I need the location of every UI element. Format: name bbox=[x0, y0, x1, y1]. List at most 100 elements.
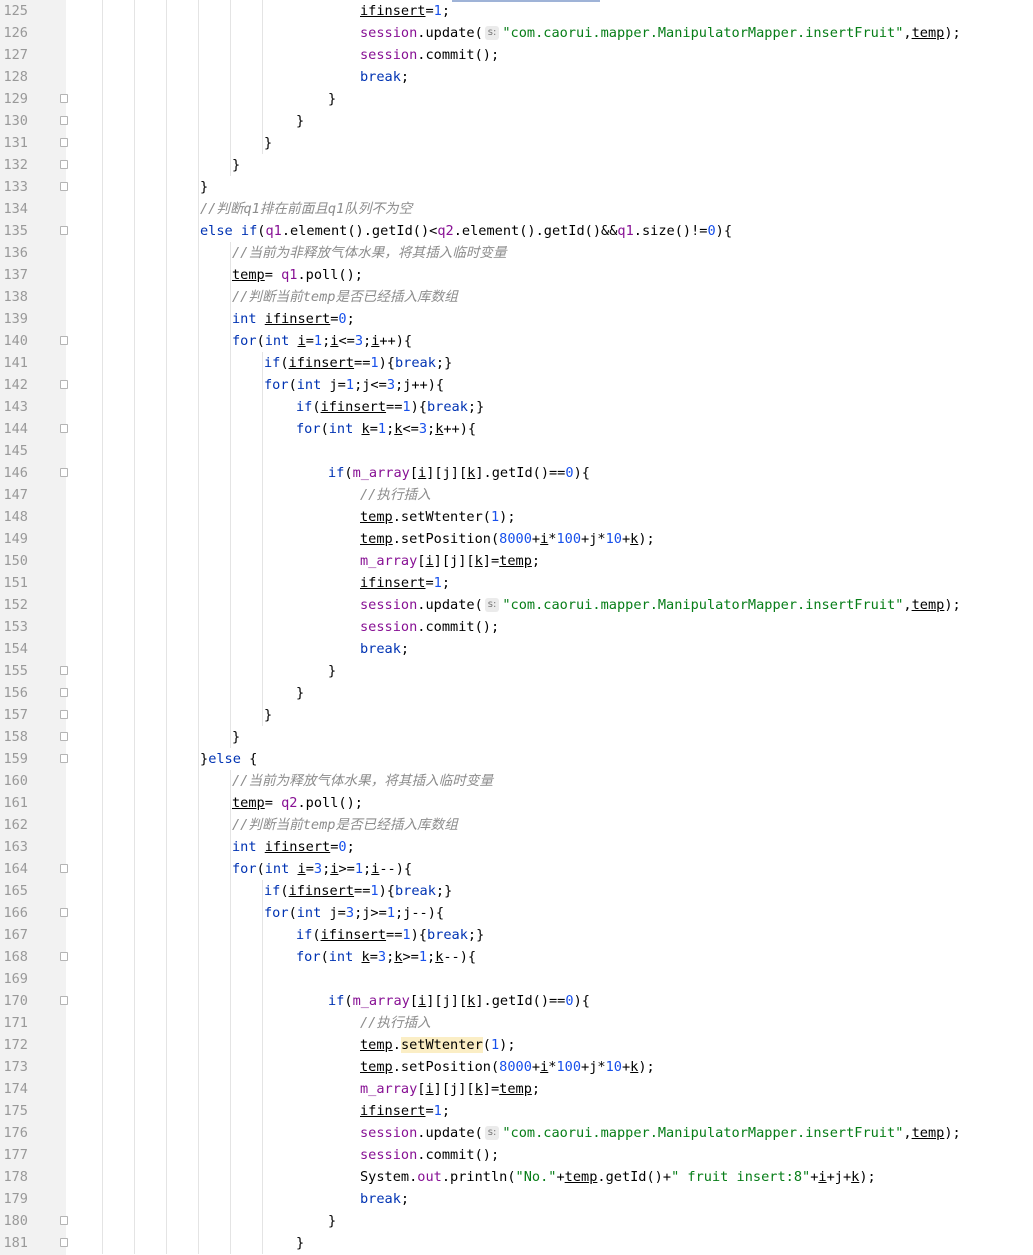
code-text[interactable]: temp= q1.poll(); bbox=[232, 264, 363, 286]
code-line[interactable]: 134 //判断q1排在前面且q1队列不为空 bbox=[0, 198, 1033, 220]
code-line[interactable]: 135 else if(q1.element().getId()<q2.eleme… bbox=[0, 220, 1033, 242]
code-line[interactable]: 168 for(int k=3;k>=1;k--){ bbox=[0, 946, 1033, 968]
code-text[interactable]: } bbox=[200, 176, 208, 198]
fold-toggle-icon[interactable] bbox=[60, 182, 68, 191]
code-text[interactable]: for(int i=1;i<=3;i++){ bbox=[232, 330, 412, 352]
code-text[interactable]: } bbox=[264, 704, 272, 726]
code-line[interactable]: 137 temp= q1.poll(); bbox=[0, 264, 1033, 286]
code-text[interactable]: } bbox=[328, 88, 336, 110]
code-line[interactable]: 147 //执行插入 bbox=[0, 484, 1033, 506]
code-text[interactable]: } bbox=[232, 726, 240, 748]
code-text[interactable]: }else { bbox=[200, 748, 257, 770]
code-text[interactable]: session.commit(); bbox=[360, 44, 499, 66]
code-line[interactable]: 133} bbox=[0, 176, 1033, 198]
code-text[interactable]: } bbox=[264, 132, 272, 154]
code-line[interactable]: 173 temp.setPosition(8000+i*100+j*10+k); bbox=[0, 1056, 1033, 1078]
code-line[interactable]: 178 System.out.println("No."+temp.getId()… bbox=[0, 1166, 1033, 1188]
code-text[interactable]: } bbox=[328, 660, 336, 682]
code-text[interactable]: //当前为非释放气体水果，将其插入临时变量 bbox=[232, 242, 507, 264]
fold-toggle-icon[interactable] bbox=[60, 732, 68, 741]
fold-toggle-icon[interactable] bbox=[60, 138, 68, 147]
code-text[interactable]: ifinsert=1; bbox=[360, 0, 450, 22]
code-line[interactable]: 132} bbox=[0, 154, 1033, 176]
fold-toggle-icon[interactable] bbox=[60, 952, 68, 961]
code-text[interactable]: } bbox=[232, 154, 240, 176]
code-text[interactable]: //执行插入 bbox=[360, 484, 431, 506]
code-text[interactable]: session.commit(); bbox=[360, 616, 499, 638]
code-text[interactable]: for(int j=1;j<=3;j++){ bbox=[264, 374, 444, 396]
code-text[interactable]: System.out.println("No."+temp.getId()+" … bbox=[360, 1166, 876, 1188]
fold-toggle-icon[interactable] bbox=[60, 468, 68, 477]
code-text[interactable]: break; bbox=[360, 1188, 409, 1210]
code-line[interactable]: 181} bbox=[0, 1232, 1033, 1254]
fold-toggle-icon[interactable] bbox=[60, 864, 68, 873]
code-line[interactable]: 144 for(int k=1;k<=3;k++){ bbox=[0, 418, 1033, 440]
code-text[interactable]: } bbox=[296, 682, 304, 704]
code-text[interactable]: if(ifinsert==1){break;} bbox=[296, 396, 484, 418]
code-line[interactable]: 139 int ifinsert=0; bbox=[0, 308, 1033, 330]
code-line[interactable]: 136 //当前为非释放气体水果，将其插入临时变量 bbox=[0, 242, 1033, 264]
code-line[interactable]: 151 ifinsert=1; bbox=[0, 572, 1033, 594]
code-line[interactable]: 180} bbox=[0, 1210, 1033, 1232]
code-text[interactable]: m_array[i][j][k]=temp; bbox=[360, 1078, 540, 1100]
code-text[interactable]: m_array[i][j][k]=temp; bbox=[360, 550, 540, 572]
code-text[interactable]: temp.setWtenter(1); bbox=[360, 506, 516, 528]
code-lines[interactable]: 125 ifinsert=1; 126 session.update(s: "com.c… bbox=[0, 0, 1033, 1254]
code-text[interactable]: session.commit(); bbox=[360, 1144, 499, 1166]
fold-toggle-icon[interactable] bbox=[60, 160, 68, 169]
code-text[interactable]: //当前为释放气体水果，将其插入临时变量 bbox=[232, 770, 493, 792]
fold-toggle-icon[interactable] bbox=[60, 996, 68, 1005]
code-line[interactable]: 157} bbox=[0, 704, 1033, 726]
code-text[interactable]: if(ifinsert==1){break;} bbox=[296, 924, 484, 946]
code-text[interactable]: session.update(s: "com.caorui.mapper.Mani… bbox=[360, 1122, 961, 1144]
code-line[interactable]: 152 session.update(s: "com.caorui.mapper.M… bbox=[0, 594, 1033, 616]
code-line[interactable]: 150 m_array[i][j][k]=temp; bbox=[0, 550, 1033, 572]
code-line[interactable]: 145 bbox=[0, 440, 1033, 462]
code-line[interactable]: 154 break; bbox=[0, 638, 1033, 660]
code-line[interactable]: 158} bbox=[0, 726, 1033, 748]
code-text[interactable]: else if(q1.element().getId()<q2.element(… bbox=[200, 220, 732, 242]
code-line[interactable]: 127 session.commit(); bbox=[0, 44, 1033, 66]
fold-toggle-icon[interactable] bbox=[60, 424, 68, 433]
code-line[interactable]: 171 //执行插入 bbox=[0, 1012, 1033, 1034]
code-line[interactable]: 166 for(int j=3;j>=1;j--){ bbox=[0, 902, 1033, 924]
code-text[interactable]: //执行插入 bbox=[360, 1012, 431, 1034]
fold-toggle-icon[interactable] bbox=[60, 1216, 68, 1225]
code-line[interactable]: 149 temp.setPosition(8000+i*100+j*10+k); bbox=[0, 528, 1033, 550]
code-line[interactable]: 163 int ifinsert=0; bbox=[0, 836, 1033, 858]
code-line[interactable]: 153 session.commit(); bbox=[0, 616, 1033, 638]
code-line[interactable]: 159}else { bbox=[0, 748, 1033, 770]
fold-toggle-icon[interactable] bbox=[60, 666, 68, 675]
code-text[interactable]: int ifinsert=0; bbox=[232, 836, 355, 858]
fold-toggle-icon[interactable] bbox=[60, 116, 68, 125]
code-line[interactable]: 148 temp.setWtenter(1); bbox=[0, 506, 1033, 528]
code-text[interactable]: //判断当前temp是否已经插入库数组 bbox=[232, 814, 458, 836]
code-text[interactable]: if(m_array[i][j][k].getId()==0){ bbox=[328, 990, 590, 1012]
code-text[interactable]: if(ifinsert==1){break;} bbox=[264, 352, 452, 374]
code-text[interactable]: //判断当前temp是否已经插入库数组 bbox=[232, 286, 458, 308]
code-line[interactable]: 172 temp.setWtenter(1); bbox=[0, 1034, 1033, 1056]
code-line[interactable]: 179 break; bbox=[0, 1188, 1033, 1210]
fold-toggle-icon[interactable] bbox=[60, 94, 68, 103]
code-editor[interactable]: 125 ifinsert=1; 126 session.update(s: "com.c… bbox=[0, 0, 1033, 1255]
code-line[interactable]: 131} bbox=[0, 132, 1033, 154]
code-line[interactable]: 160 //当前为释放气体水果，将其插入临时变量 bbox=[0, 770, 1033, 792]
fold-toggle-icon[interactable] bbox=[60, 754, 68, 763]
code-text[interactable]: } bbox=[328, 1210, 336, 1232]
code-line[interactable]: 146 if(m_array[i][j][k].getId()==0){ bbox=[0, 462, 1033, 484]
fold-toggle-icon[interactable] bbox=[60, 380, 68, 389]
code-line[interactable]: 138 //判断当前temp是否已经插入库数组 bbox=[0, 286, 1033, 308]
code-line[interactable]: 170 if(m_array[i][j][k].getId()==0){ bbox=[0, 990, 1033, 1012]
code-text[interactable]: session.update(s: "com.caorui.mapper.Mani… bbox=[360, 594, 961, 616]
code-text[interactable]: for(int j=3;j>=1;j--){ bbox=[264, 902, 444, 924]
code-line[interactable]: 164 for(int i=3;i>=1;i--){ bbox=[0, 858, 1033, 880]
fold-toggle-icon[interactable] bbox=[60, 908, 68, 917]
fold-toggle-icon[interactable] bbox=[60, 1238, 68, 1247]
code-text[interactable]: session.update(s: "com.caorui.mapper.Mani… bbox=[360, 22, 961, 44]
fold-toggle-icon[interactable] bbox=[60, 688, 68, 697]
code-line[interactable]: 169 bbox=[0, 968, 1033, 990]
code-text[interactable]: break; bbox=[360, 638, 409, 660]
code-line[interactable]: 143 if(ifinsert==1){break;} bbox=[0, 396, 1033, 418]
fold-toggle-icon[interactable] bbox=[60, 336, 68, 345]
code-line[interactable]: 175 ifinsert=1; bbox=[0, 1100, 1033, 1122]
